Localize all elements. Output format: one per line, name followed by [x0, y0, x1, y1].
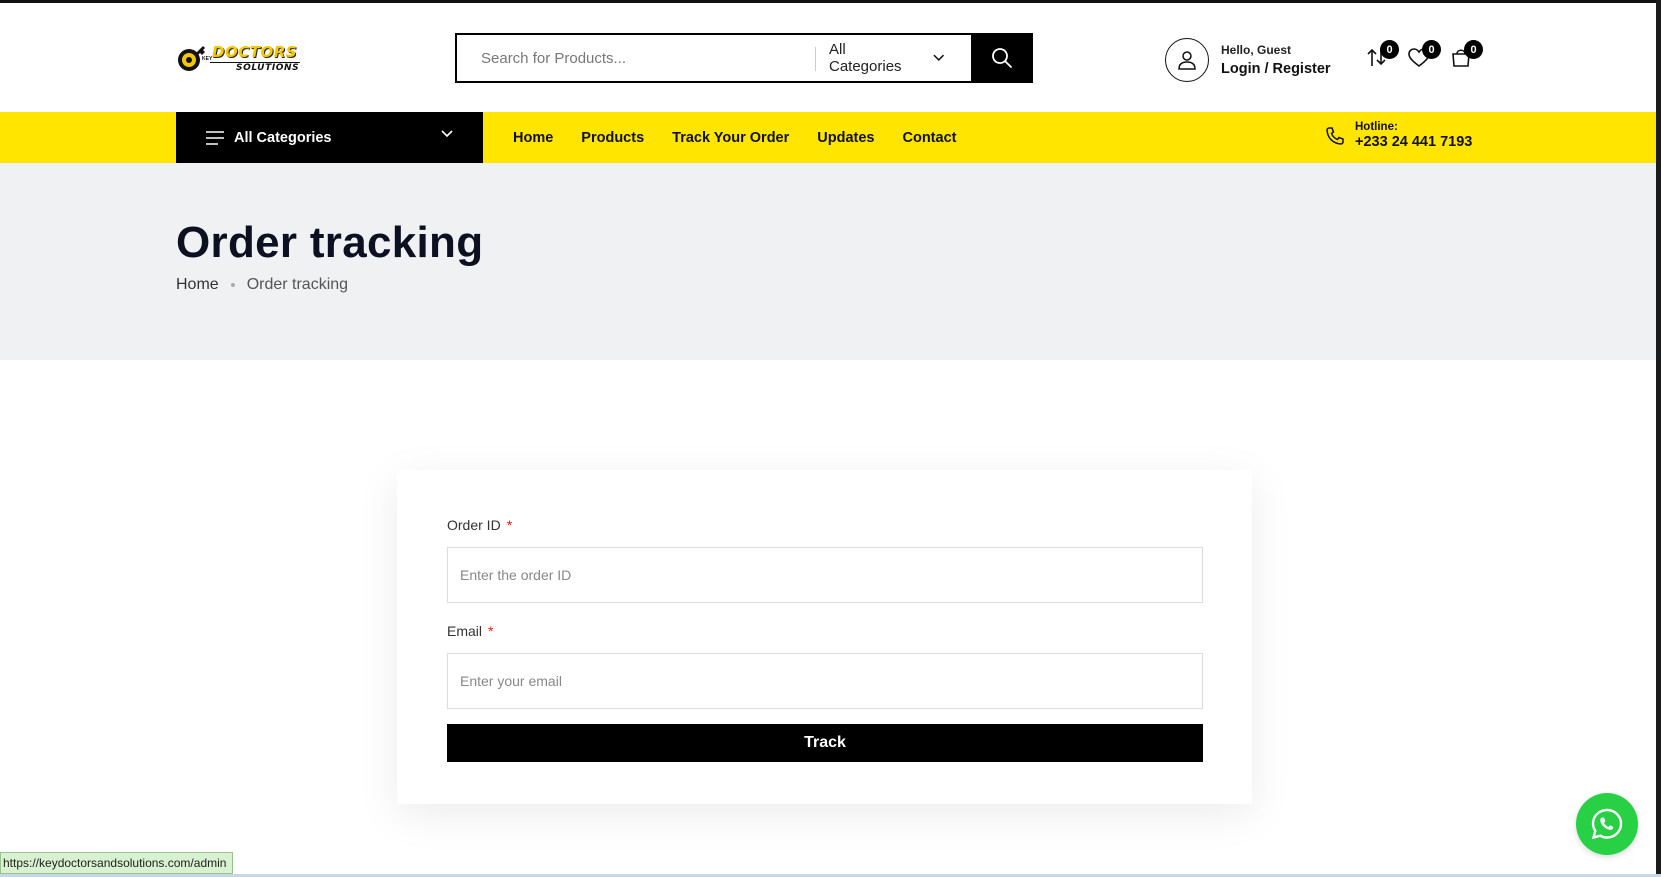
search-button[interactable] — [971, 33, 1033, 83]
breadcrumb: Home Order tracking — [176, 276, 348, 294]
email-label-text: Email — [447, 623, 483, 639]
account-greeting: Hello, Guest — [1221, 43, 1292, 57]
wishlist-count-badge: 0 — [1422, 40, 1441, 59]
nav-link-home[interactable]: Home — [513, 130, 553, 146]
required-mark: * — [488, 623, 494, 639]
site-header: KEY DOCTORS SOLUTIONS All Categories — [0, 3, 1656, 112]
page-root: KEY DOCTORS SOLUTIONS All Categories — [0, 0, 1661, 877]
cart-count-badge: 0 — [1464, 40, 1483, 59]
hotline[interactable]: Hotline: +233 24 441 7193 — [1325, 121, 1472, 150]
search-icon — [992, 48, 1012, 68]
search-divider — [815, 47, 816, 71]
email-input[interactable] — [447, 653, 1203, 709]
search-input[interactable] — [457, 35, 807, 81]
phone-icon — [1326, 126, 1344, 145]
account-link[interactable]: Hello, Guest Login / Register — [1165, 36, 1331, 84]
category-select-label: All Categories — [829, 41, 902, 75]
compare-button[interactable]: 0 — [1366, 40, 1399, 68]
order-id-label-text: Order ID — [447, 517, 501, 533]
email-label: Email * — [447, 623, 493, 639]
login-register-link[interactable]: Login / Register — [1221, 61, 1331, 77]
order-id-label: Order ID * — [447, 517, 512, 533]
all-categories-button[interactable]: All Categories — [176, 112, 483, 163]
breadcrumb-current: Order tracking — [246, 276, 349, 293]
page-header: Order tracking Home Order tracking — [0, 163, 1656, 360]
nav-link-contact[interactable]: Contact — [903, 130, 957, 146]
required-mark: * — [506, 517, 513, 533]
header-icons: 0 0 0 — [1366, 40, 1492, 68]
breadcrumb-home[interactable]: Home — [176, 276, 219, 294]
track-button[interactable]: Track — [447, 724, 1203, 762]
status-bar-url: https://keydoctorsandsolutions.com/admin — [0, 852, 234, 874]
order-tracking-form: Order ID * Email * Track — [397, 470, 1252, 804]
chevron-down-icon — [932, 54, 944, 62]
site-logo[interactable]: KEY DOCTORS SOLUTIONS — [176, 39, 300, 79]
logo-text-doctors: DOCTORS — [212, 43, 298, 61]
hotline-label: Hotline: — [1355, 121, 1398, 133]
user-icon — [1165, 38, 1209, 82]
search-bar: All Categories — [455, 33, 1033, 83]
category-select[interactable]: All Categories — [829, 35, 944, 81]
cart-button[interactable]: 0 — [1450, 40, 1483, 68]
logo-text-solutions: SOLUTIONS — [236, 63, 300, 73]
all-categories-label: All Categories — [234, 129, 332, 146]
chevron-down-icon — [441, 130, 453, 138]
breadcrumb-separator — [230, 283, 235, 287]
order-id-input[interactable] — [447, 547, 1203, 603]
window-edge — [1656, 0, 1661, 877]
nav-link-products[interactable]: Products — [581, 130, 644, 146]
whatsapp-chat-button[interactable] — [1576, 793, 1638, 855]
hotline-number: +233 24 441 7193 — [1355, 134, 1473, 150]
page-title: Order tracking — [176, 218, 484, 267]
nav-links: Home Products Track Your Order Updates C… — [513, 112, 984, 163]
nav-link-track-order[interactable]: Track Your Order — [672, 130, 789, 146]
wishlist-button[interactable]: 0 — [1408, 40, 1441, 68]
main-nav: All Categories Home Products Track Your … — [0, 112, 1656, 163]
whatsapp-icon — [1591, 808, 1623, 840]
compare-count-badge: 0 — [1380, 40, 1399, 59]
nav-link-updates[interactable]: Updates — [817, 130, 874, 146]
menu-icon — [206, 130, 224, 145]
